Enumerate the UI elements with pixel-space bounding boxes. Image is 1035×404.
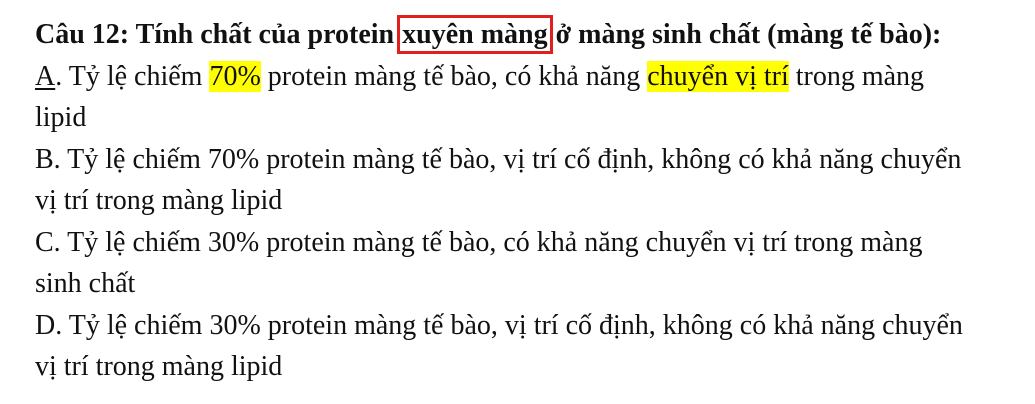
boxed-term: xuyên màng xyxy=(397,15,553,54)
option-d-line-2: vị trí trong màng lipid xyxy=(35,351,283,382)
question-title: Câu 12: Tính chất của protein xuyên màng… xyxy=(35,14,1025,56)
question-title-suffix: ở màng sinh chất (màng tế bào): xyxy=(548,19,942,50)
option-a-letter: A xyxy=(35,60,56,92)
highlight-percentage: 70% xyxy=(209,60,261,92)
option-b-line-1: B. Tỷ lệ chiếm 70% protein màng tế bào, … xyxy=(35,143,962,175)
question-title-prefix: Câu 12: Tính chất của protein xyxy=(35,19,402,50)
document-body: Câu 12: Tính chất của protein xuyên màng… xyxy=(35,14,1025,388)
option-c-line-2: sinh chất xyxy=(35,268,136,299)
option-a-text-1: . Tỷ lệ chiếm xyxy=(55,60,210,92)
option-a-line-1: A. Tỷ lệ chiếm 70% protein màng tế bào, … xyxy=(35,56,1025,98)
option-a-text-3: trong màng xyxy=(788,60,925,92)
highlight-mobility: chuyển vị trí xyxy=(647,60,789,92)
option-c-line-1: C. Tỷ lệ chiếm 30% protein màng tế bào, … xyxy=(35,226,923,258)
option-b-line-2: vị trí trong màng lipid xyxy=(35,185,283,216)
option-d-line-1: D. Tỷ lệ chiếm 30% protein màng tế bào, … xyxy=(35,309,963,341)
option-a-text-2: protein màng tế bào, có khả năng xyxy=(260,60,648,92)
option-a-line-2: lipid xyxy=(35,102,87,133)
